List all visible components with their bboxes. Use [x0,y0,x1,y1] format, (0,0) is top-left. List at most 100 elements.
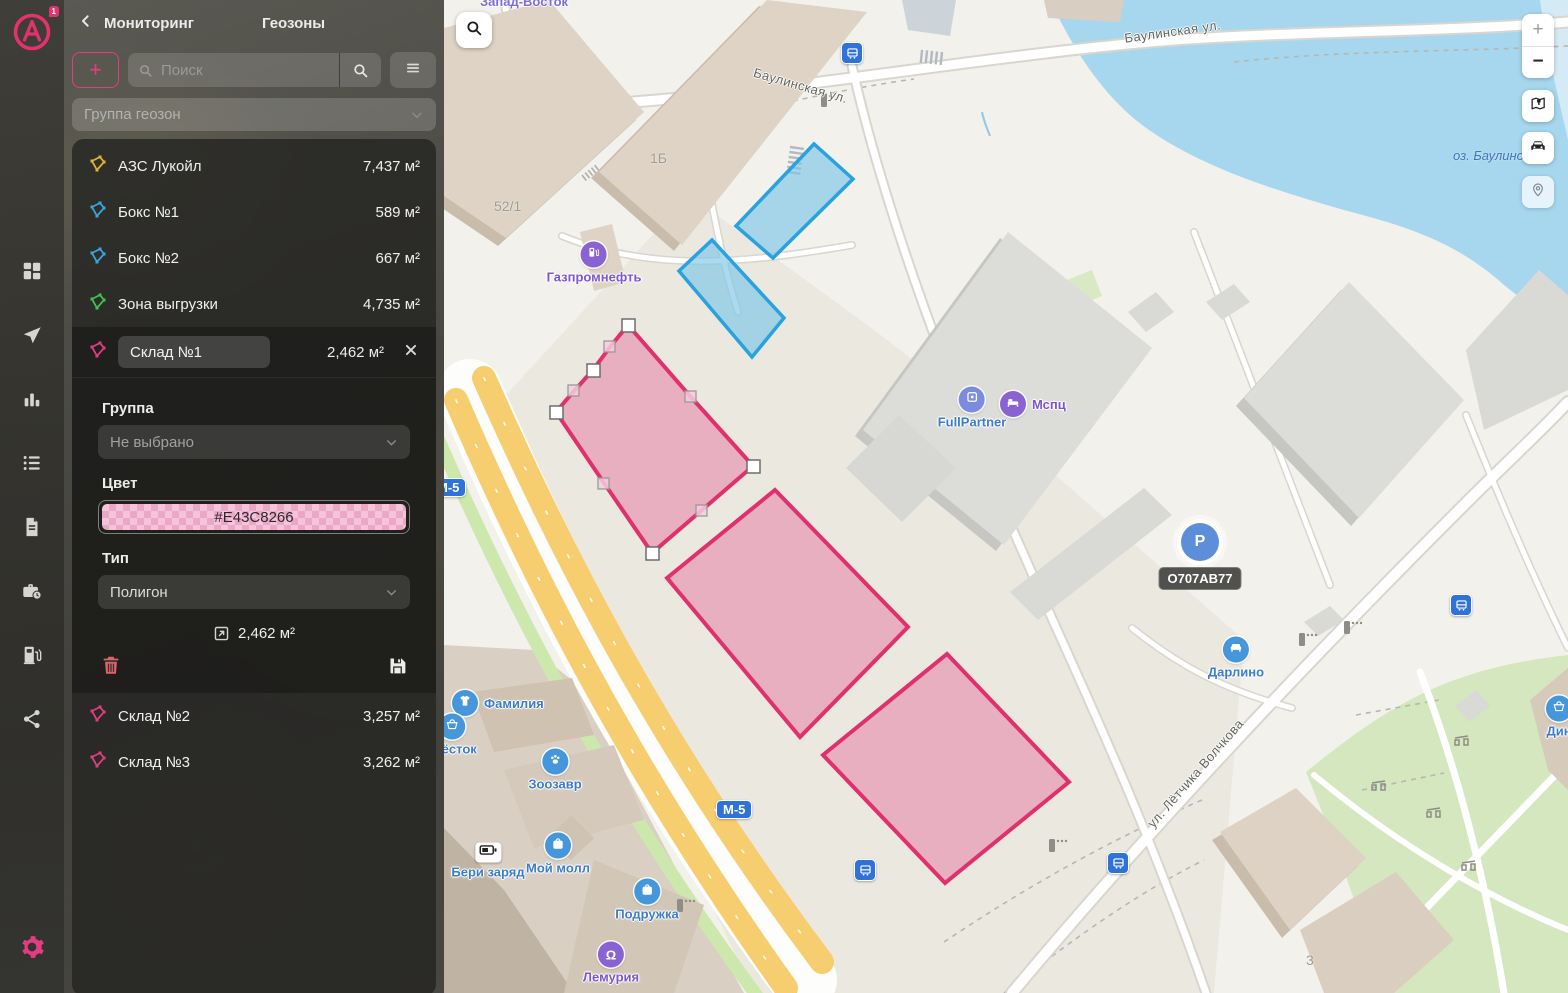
sidebar-item-fuel[interactable] [12,637,52,677]
paw-icon [548,752,562,771]
sidebar-item-tracking[interactable] [12,317,52,357]
map-base-layer [444,0,1568,993]
poi-mspc[interactable]: Мспц [1000,391,1026,417]
sidebar-item-settings[interactable] [12,929,52,969]
transit-stop-icon[interactable] [854,859,876,881]
geozone-area: 7,437 м² [363,158,420,175]
vehicle-marker[interactable]: P О707АВ77 [1181,523,1219,561]
map-search-button[interactable] [456,12,492,48]
fuel-pump-icon [21,644,43,671]
poi-zoozavr[interactable]: Зоозавр [528,749,581,792]
geozone-row[interactable]: Зона выгрузки 4,735 м² [72,281,436,327]
poi-familia[interactable]: Фамилия [452,690,478,716]
zoom-in-button[interactable]: + [1522,14,1554,47]
geozone-edit-form: Группа Не выбрано Цвет #E43C8266 Тип Пол… [72,377,436,693]
type-select[interactable]: Полигон [98,575,410,609]
geozone-area: 4,735 м² [363,296,420,313]
geozone-area: 3,262 м² [363,754,420,771]
search-icon [465,19,483,42]
geozone-row[interactable]: Склад №3 3,262 м² [72,739,436,785]
chevron-down-icon [385,586,398,599]
geozone-name: Бокс №1 [118,204,363,221]
back-button[interactable] [78,13,94,34]
geozone-shape-icon [88,705,106,728]
app-logo[interactable]: 1 [9,8,55,54]
geozone-name: Склад №2 [118,708,351,725]
building-label-1b: 1Б [650,150,667,166]
search-submit-button[interactable] [339,53,381,87]
transit-stop-icon[interactable] [1450,594,1472,616]
search-input[interactable] [161,62,329,79]
geozone-polygon-boks1[interactable] [736,144,853,258]
trash-icon [100,654,122,681]
show-vehicles-button[interactable] [1522,132,1554,164]
search-group [128,53,381,87]
poi-label: крёсток [444,742,477,757]
color-picker-field[interactable]: #E43C8266 [98,500,410,534]
geozone-area: 589 м² [375,204,420,221]
geozone-row[interactable]: Бокс №1 589 м² [72,189,436,235]
sidebar-item-reports[interactable] [12,381,52,421]
search-field[interactable] [128,53,339,87]
search-icon [138,63,153,78]
app-sidebar: 1 [0,0,64,993]
transit-stop-icon[interactable] [841,42,863,64]
sidebar-item-list[interactable] [12,445,52,485]
group-filter-select[interactable]: Группа геозон [72,98,436,131]
geozone-shape-icon [88,155,106,178]
geozone-shape-icon [88,201,106,224]
geozone-shape-icon [88,341,106,364]
hamburger-icon [404,59,422,82]
poi-moy-moll[interactable]: Мой молл [526,833,590,876]
editor-actions [98,654,410,683]
sidebar-nav [0,253,64,741]
poi-gazpromneft[interactable]: Газпромнефть [547,242,642,285]
geozone-row[interactable]: Бокс №2 667 м² [72,235,436,281]
transit-stop-icon[interactable] [1107,852,1129,874]
list-icon [21,452,43,479]
vehicle-plate-badge: О707АВ77 [1158,567,1241,590]
poi-beri-zaryad[interactable]: Бери заряд [451,843,524,880]
plus-icon: + [1532,19,1543,41]
poi-podruzhka[interactable]: Подружка [615,879,678,922]
poi-label: Дин [1546,724,1568,739]
poi-darlino[interactable]: Дарлино [1208,637,1264,680]
poi-label: Фамилия [484,696,544,711]
computed-area-row: 2,462 м² [98,625,410,642]
close-editor-button[interactable] [402,341,420,364]
map-canvas[interactable]: Запад-Восток Баулинская ул. Баулинская у… [444,0,1568,993]
location-pin-button[interactable] [1522,176,1554,208]
delete-geozone-button[interactable] [100,654,122,681]
poi-perekrestok[interactable]: крёсток [444,714,477,757]
road-badge-m5: М-5 [716,800,752,819]
bar-chart-icon [21,388,43,415]
poi-fullpartner[interactable]: FullPartner [938,387,1007,430]
sidebar-item-documents[interactable] [12,509,52,549]
save-geozone-button[interactable] [387,655,408,681]
poi-din[interactable]: Дин [1546,696,1568,739]
geozone-row[interactable]: Склад №2 3,257 м² [72,693,436,739]
sidebar-item-tasks[interactable] [12,573,52,613]
zoom-out-button[interactable]: − [1522,47,1554,79]
minus-icon: − [1532,51,1543,73]
panel-toolbar: + [64,46,444,94]
basket-icon [1552,699,1566,718]
pin-icon [1530,182,1546,203]
sidebar-item-dashboard[interactable] [12,253,52,293]
list-menu-button[interactable] [390,52,436,88]
breadcrumb-monitoring[interactable]: Мониторинг [104,15,194,32]
group-filter-placeholder: Группа геозон [84,106,181,123]
map-layers-button[interactable] [1522,90,1554,122]
group-select-value: Не выбрано [110,434,194,451]
group-select[interactable]: Не выбрано [98,425,410,459]
dashboard-icon [21,260,43,287]
battery-icon [478,844,498,862]
chevron-down-icon [385,436,398,449]
sidebar-item-share[interactable] [12,701,52,741]
poi-label: Подружка [615,907,678,922]
poi-lemuria[interactable]: Ω Лемурия [583,942,639,985]
geozone-row[interactable]: АЗС Лукойл 7,437 м² [72,143,436,189]
geozone-name-input[interactable] [118,336,270,368]
lake-label: оз. Баулино [1453,148,1524,163]
add-geozone-button[interactable]: + [72,52,119,88]
